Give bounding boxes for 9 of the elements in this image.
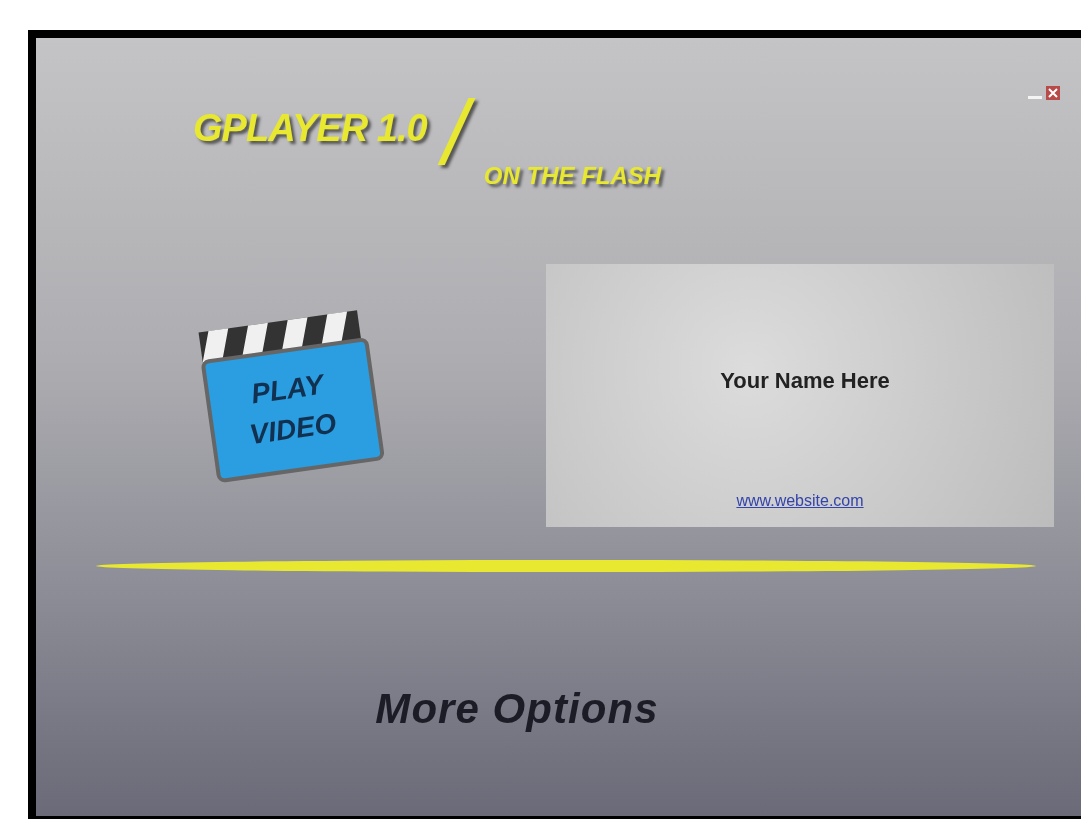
app-title: GPLAYER 1.0	[193, 106, 427, 151]
name-text: Your Name Here	[720, 367, 890, 395]
app-subtitle: ON THE FLASH	[483, 161, 662, 191]
more-options-button[interactable]: More Options	[375, 677, 659, 740]
close-icon[interactable]	[1046, 86, 1060, 100]
title-slash: /	[430, 82, 480, 186]
video-label: VIDEO	[247, 407, 339, 451]
website-link[interactable]: www.website.com	[736, 489, 864, 513]
play-label: PLAY	[249, 368, 326, 410]
